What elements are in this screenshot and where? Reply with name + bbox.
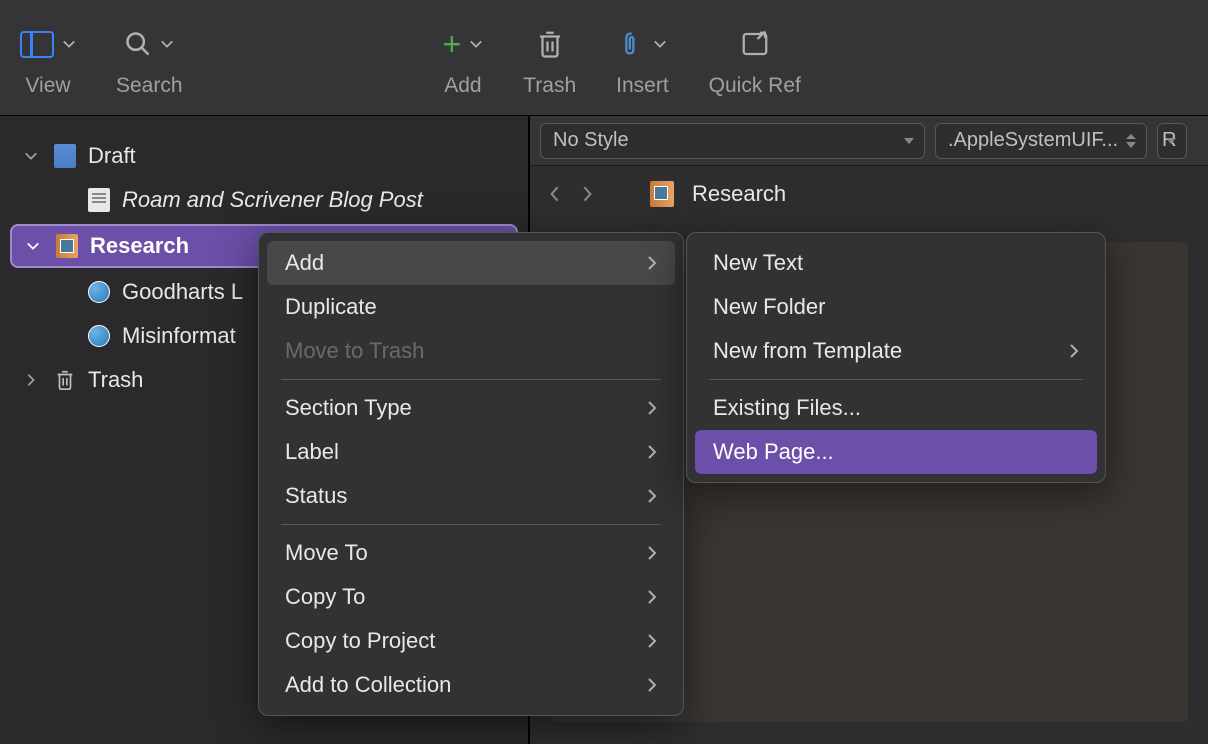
style-select[interactable]: No Style bbox=[540, 123, 925, 159]
format-bar: No Style .AppleSystemUIF... R bbox=[530, 116, 1208, 166]
chevron-right-icon bbox=[647, 677, 657, 693]
tree-label: Trash bbox=[88, 367, 143, 393]
regular-select-value: R bbox=[1162, 129, 1176, 152]
menu-item-label: Copy to Project bbox=[285, 628, 435, 654]
menu-item-label: New Folder bbox=[713, 294, 825, 320]
search-icon[interactable] bbox=[124, 30, 152, 58]
menu-item-label: Move To bbox=[285, 540, 368, 566]
tree-label: Draft bbox=[88, 143, 136, 169]
disclosure-triangle-icon[interactable] bbox=[24, 373, 42, 387]
chevron-right-icon bbox=[647, 488, 657, 504]
chevron-right-icon bbox=[647, 633, 657, 649]
toolbar-search-label: Search bbox=[116, 74, 183, 98]
nav-back-button[interactable] bbox=[548, 184, 562, 204]
menu-item-new-folder[interactable]: New Folder bbox=[695, 285, 1097, 329]
document-icon bbox=[88, 188, 110, 212]
font-select-value: .AppleSystemUIF... bbox=[948, 129, 1118, 152]
menu-item-add[interactable]: Add bbox=[267, 241, 675, 285]
sidebar-view-icon[interactable] bbox=[20, 31, 54, 58]
menu-separator bbox=[281, 379, 661, 380]
disclosure-triangle-icon[interactable] bbox=[24, 149, 42, 163]
menu-item-label: Add to Collection bbox=[285, 672, 451, 698]
menu-item-duplicate[interactable]: Duplicate bbox=[267, 285, 675, 329]
menu-item-label: Label bbox=[285, 439, 339, 465]
tree-item-blog-post[interactable]: Roam and Scrivener Blog Post bbox=[0, 178, 528, 222]
toolbar-view-group: View bbox=[20, 24, 76, 98]
menu-item-copy-to-project[interactable]: Copy to Project bbox=[267, 619, 675, 663]
tree-label: Misinformat bbox=[122, 323, 236, 349]
breadcrumb-title: Research bbox=[692, 181, 786, 207]
toolbar-insert-group: Insert bbox=[616, 24, 669, 98]
toolbar-add-group: + Add bbox=[443, 24, 484, 98]
menu-item-existing-files[interactable]: Existing Files... bbox=[695, 386, 1097, 430]
web-page-icon bbox=[88, 281, 110, 303]
trash-icon[interactable] bbox=[535, 28, 565, 60]
quickref-icon[interactable] bbox=[740, 29, 770, 59]
toolbar-quickref-group: Quick Ref bbox=[709, 24, 801, 98]
menu-item-label: Section Type bbox=[285, 395, 412, 421]
menu-item-new-from-template[interactable]: New from Template bbox=[695, 329, 1097, 373]
menu-item-label[interactable]: Label bbox=[267, 430, 675, 474]
menu-item-move-to-trash: Move to Trash bbox=[267, 329, 675, 373]
tree-label: Roam and Scrivener Blog Post bbox=[122, 187, 423, 213]
menu-item-label: Move to Trash bbox=[285, 338, 424, 364]
menu-separator bbox=[281, 524, 661, 525]
web-page-icon bbox=[88, 325, 110, 347]
font-select[interactable]: .AppleSystemUIF... bbox=[935, 123, 1147, 159]
menu-item-web-page[interactable]: Web Page... bbox=[695, 430, 1097, 474]
nav-forward-button[interactable] bbox=[580, 184, 594, 204]
menu-item-move-to[interactable]: Move To bbox=[267, 531, 675, 575]
plus-icon[interactable]: + bbox=[443, 28, 462, 60]
menu-item-status[interactable]: Status bbox=[267, 474, 675, 518]
toolbar-insert-label: Insert bbox=[616, 74, 669, 98]
menu-item-add-to-collection[interactable]: Add to Collection bbox=[267, 663, 675, 707]
menu-item-new-text[interactable]: New Text bbox=[695, 241, 1097, 285]
chevron-right-icon bbox=[647, 400, 657, 416]
toolbar-add-label: Add bbox=[444, 74, 481, 98]
menu-item-label: Duplicate bbox=[285, 294, 377, 320]
menu-item-label: New Text bbox=[713, 250, 803, 276]
disclosure-triangle-icon[interactable] bbox=[26, 239, 44, 253]
context-submenu-add: New Text New Folder New from Template Ex… bbox=[686, 232, 1106, 483]
context-menu: Add Duplicate Move to Trash Section Type… bbox=[258, 232, 684, 716]
chevron-right-icon bbox=[647, 255, 657, 271]
menu-item-label: Copy To bbox=[285, 584, 365, 610]
menu-item-section-type[interactable]: Section Type bbox=[267, 386, 675, 430]
chevron-right-icon bbox=[647, 545, 657, 561]
toolbar-trash-group: Trash bbox=[523, 24, 576, 98]
toolbar-search-group: Search bbox=[116, 24, 183, 98]
chevron-right-icon bbox=[1069, 343, 1079, 359]
toolbar-view-label: View bbox=[25, 74, 70, 98]
chevron-right-icon bbox=[647, 444, 657, 460]
chevron-right-icon bbox=[647, 589, 657, 605]
menu-item-label: Add bbox=[285, 250, 324, 276]
paperclip-icon[interactable] bbox=[617, 29, 645, 59]
chevron-down-icon[interactable] bbox=[62, 37, 76, 51]
menu-item-copy-to[interactable]: Copy To bbox=[267, 575, 675, 619]
research-folder-icon bbox=[650, 181, 674, 207]
menu-item-label: Status bbox=[285, 483, 347, 509]
breadcrumb-bar: Research bbox=[530, 166, 1208, 222]
toolbar-trash-label: Trash bbox=[523, 74, 576, 98]
regular-select[interactable]: R bbox=[1157, 123, 1187, 159]
chevron-down-icon[interactable] bbox=[469, 37, 483, 51]
research-folder-icon bbox=[56, 234, 78, 258]
tree-label: Goodharts L bbox=[122, 279, 243, 305]
menu-separator bbox=[709, 379, 1083, 380]
chevron-down-icon[interactable] bbox=[653, 37, 667, 51]
menu-item-label: Web Page... bbox=[713, 439, 834, 465]
toolbar-quickref-label: Quick Ref bbox=[709, 74, 801, 98]
trash-icon bbox=[54, 367, 76, 393]
draft-folder-icon bbox=[54, 144, 76, 168]
toolbar: View Search + Add Trash Insert Quick bbox=[0, 0, 1208, 116]
tree-item-draft[interactable]: Draft bbox=[0, 134, 528, 178]
menu-item-label: Existing Files... bbox=[713, 395, 861, 421]
menu-item-label: New from Template bbox=[713, 338, 902, 364]
tree-label: Research bbox=[90, 233, 189, 259]
style-select-value: No Style bbox=[553, 129, 629, 152]
chevron-down-icon[interactable] bbox=[160, 37, 174, 51]
